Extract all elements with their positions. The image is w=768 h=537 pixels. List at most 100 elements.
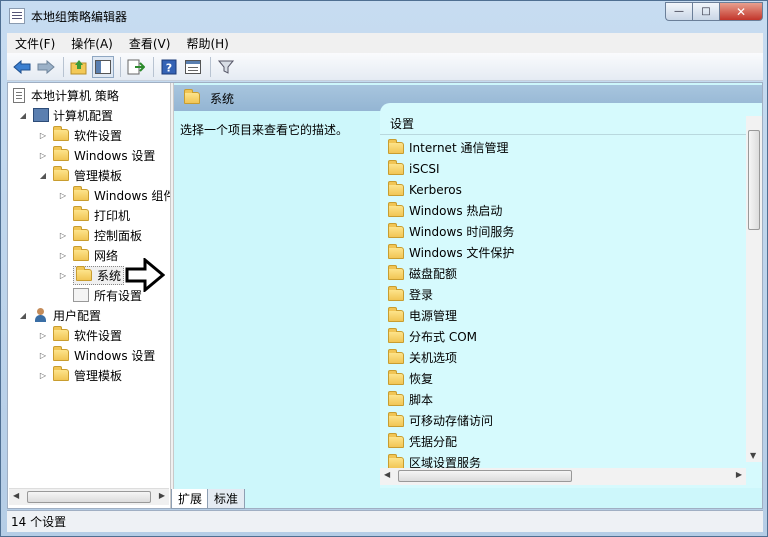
help-button[interactable]: ? [158,56,180,78]
list-item[interactable]: 恢复 [388,368,433,389]
tree-item-user-config[interactable]: ◢ 用户配置 [17,305,101,325]
tree-item-label: Windows 设置 [74,348,156,363]
list-item[interactable]: 磁盘配额 [388,263,457,284]
policy-document-icon [13,87,25,103]
collapsed-triangle-icon[interactable]: ▷ [37,331,49,340]
list-item[interactable]: Kerberos [388,179,462,200]
list-item[interactable]: Windows 文件保护 [388,242,514,263]
scroll-down-icon[interactable]: ▼ [750,451,756,460]
folder-icon [73,206,89,221]
tree-item-system[interactable]: ▷ 系统 [57,265,125,285]
list-item-label: 登录 [409,288,434,302]
folder-icon [53,326,69,341]
folder-icon [388,306,404,322]
menu-help[interactable]: 帮助(H) [178,35,236,52]
list-item[interactable]: 可移动存储访问 [388,410,493,431]
expanded-triangle-icon[interactable]: ◢ [17,311,29,320]
collapsed-triangle-icon[interactable]: ▷ [37,151,49,160]
export-list-button[interactable] [125,56,147,78]
tree-item-label: 网络 [94,248,119,263]
folder-icon [388,222,404,238]
folder-icon [388,180,404,196]
list-item[interactable]: 登录 [388,284,433,305]
close-button[interactable]: ✕ [719,2,763,21]
collapsed-triangle-icon[interactable]: ▷ [57,251,69,260]
tree-item-printers[interactable]: 打印机 [73,205,130,225]
list-item[interactable]: 凭据分配 [388,431,457,452]
list-item-label: 关机选项 [409,351,458,365]
view-tabs: 扩展 标准 [171,487,246,509]
tree-item-windows-components[interactable]: ▷ Windows 组件 [57,185,170,205]
list-horizontal-scrollbar[interactable]: ◀ ▶ [380,468,746,485]
expanded-triangle-icon[interactable]: ◢ [37,171,49,180]
tree-item-user-admin[interactable]: ▷ 管理模板 [37,365,122,385]
collapsed-triangle-icon[interactable]: ▷ [57,191,69,200]
up-folder-button[interactable] [68,56,90,78]
menu-action[interactable]: 操作(A) [63,35,121,52]
scroll-left-icon[interactable]: ◀ [384,470,390,479]
filter-button[interactable] [215,56,237,78]
menu-view[interactable]: 查看(V) [121,35,179,52]
maximize-button[interactable]: □ [692,2,719,21]
title-bar[interactable]: 本地组策略编辑器 — □ ✕ [1,1,767,31]
list-item[interactable]: 分布式 COM [388,326,477,347]
tree-item-label: 本地计算机 策略 [31,88,119,103]
folder-icon [388,348,404,364]
scroll-right-icon[interactable]: ▶ [159,491,165,500]
tree-item-root[interactable]: 本地计算机 策略 [13,85,119,105]
tree-item-user-windows[interactable]: ▷ Windows 设置 [37,345,155,365]
tree-item-network[interactable]: ▷ 网络 [57,245,118,265]
scrollbar-thumb[interactable] [27,491,151,503]
details-pane: 系统 选择一个项目来查看它的描述。 设置 ▲ Internet 通信管理 iSCS… [174,83,762,508]
collapsed-triangle-icon[interactable]: ▷ [57,231,69,240]
tree-horizontal-scrollbar[interactable]: ◀ ▶ [9,488,169,505]
list-item[interactable]: Windows 热启动 [388,200,502,221]
scrollbar-thumb[interactable] [748,130,760,230]
list-item[interactable]: Windows 时间服务 [388,221,514,242]
user-icon [33,308,49,322]
app-icon [9,8,25,24]
tree-item-comp-admin[interactable]: ◢ 管理模板 [37,165,122,185]
show-tree-button[interactable] [92,55,114,78]
forward-button[interactable] [35,56,57,78]
tree-item-user-software[interactable]: ▷ 软件设置 [37,325,122,345]
tab-standard[interactable]: 标准 [207,489,246,509]
list-item[interactable]: 电源管理 [388,305,457,326]
tree-item-control-panel[interactable]: ▷ 控制面板 [57,225,142,245]
column-header-settings[interactable]: 设置 ▲ [380,113,762,135]
window-title: 本地组策略编辑器 [31,10,128,24]
scrollbar-thumb[interactable] [398,470,572,482]
description-text: 选择一个项目来查看它的描述。 [180,123,349,137]
back-button[interactable] [11,56,33,78]
collapsed-triangle-icon[interactable]: ▷ [37,131,49,140]
tree-item-label: 计算机配置 [53,108,114,123]
scroll-left-icon[interactable]: ◀ [13,491,19,500]
selected-node: 系统 [73,265,125,285]
tree-item-computer-config[interactable]: ◢ 计算机配置 [17,105,113,125]
list-item-label: Internet 通信管理 [409,141,509,155]
tree-item-label: 软件设置 [74,328,123,343]
tree-item-label: Windows 设置 [74,148,156,163]
list-item[interactable]: 关机选项 [388,347,457,368]
collapsed-triangle-icon[interactable]: ▷ [37,371,49,380]
tree-item-comp-windows[interactable]: ▷ Windows 设置 [37,145,155,165]
menu-file[interactable]: 文件(F) [7,35,63,52]
folder-icon [388,264,404,280]
folder-icon [53,346,69,361]
properties-button[interactable] [182,56,204,78]
folder-icon [388,159,404,175]
tab-extended[interactable]: 扩展 [171,489,210,509]
collapsed-triangle-icon[interactable]: ▷ [37,351,49,360]
maximize-icon: □ [701,6,711,17]
expanded-triangle-icon[interactable]: ◢ [17,111,29,120]
collapsed-triangle-icon[interactable]: ▷ [57,271,69,280]
scroll-right-icon[interactable]: ▶ [736,470,742,479]
list-vertical-scrollbar[interactable]: ▼ [746,116,762,462]
list-item[interactable]: iSCSI [388,158,440,179]
toolbar-separator [210,56,211,77]
minimize-icon: — [674,6,684,17]
tree-item-comp-software[interactable]: ▷ 软件设置 [37,125,122,145]
list-item[interactable]: 脚本 [388,389,433,410]
list-item[interactable]: Internet 通信管理 [388,137,508,158]
minimize-button[interactable]: — [665,2,692,21]
